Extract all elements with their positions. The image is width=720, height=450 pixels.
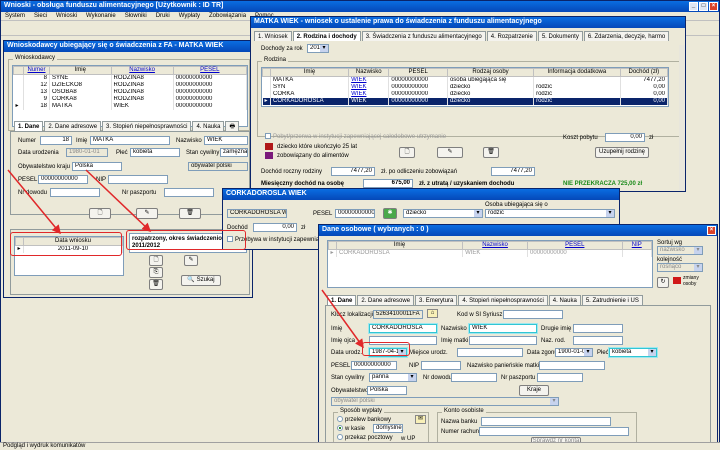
annotation-arrows <box>7 169 364 349</box>
status-bar: Podgląd i wydruk komunikatów <box>0 442 720 450</box>
arrow-to-wniosek <box>7 169 61 235</box>
status-text: Podgląd i wydruk komunikatów <box>3 443 86 449</box>
arrow-to-okres <box>85 169 152 233</box>
arrow-to-data-urodz <box>321 289 364 349</box>
